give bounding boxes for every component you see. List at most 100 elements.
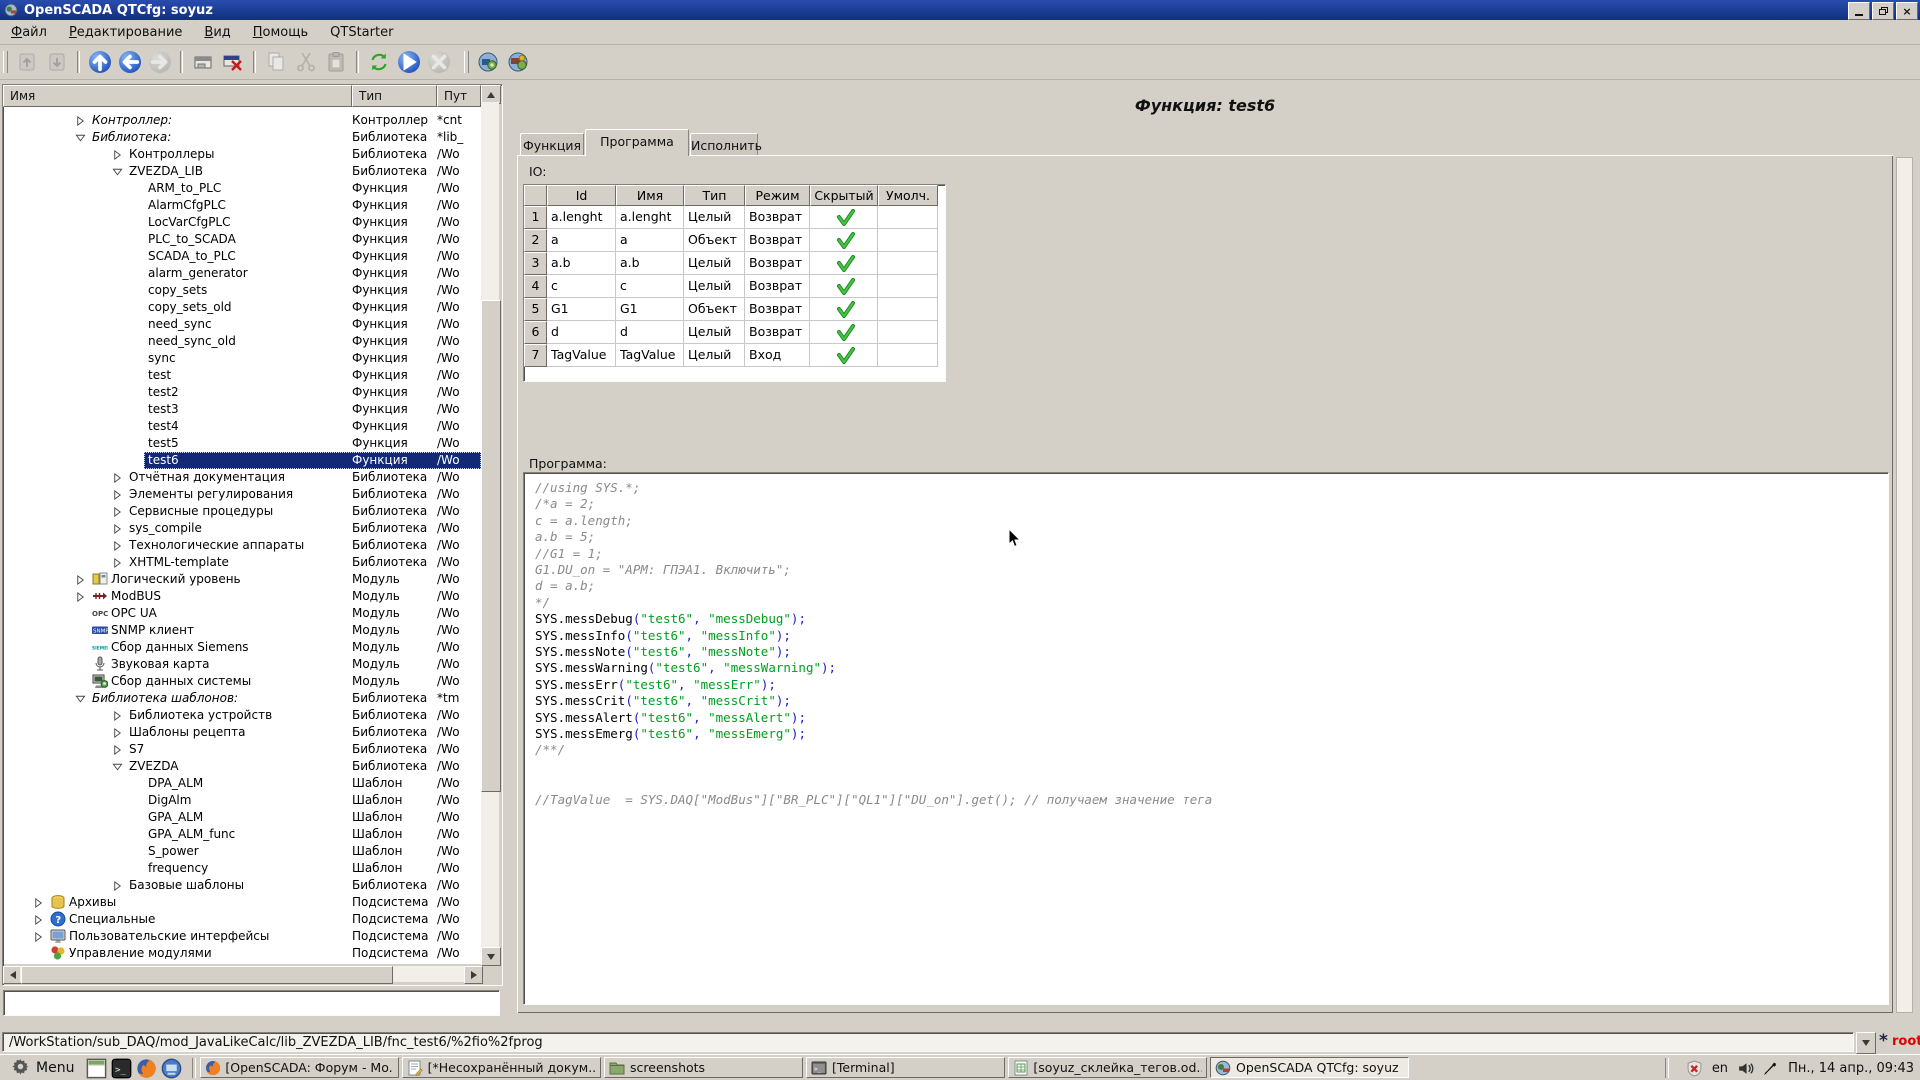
firefox-launcher[interactable] — [136, 1058, 157, 1079]
io-row-header[interactable]: 6 — [524, 321, 547, 344]
add-item-button[interactable] — [190, 49, 216, 75]
menu-item-редактирование[interactable]: Редактирование — [58, 22, 193, 43]
refresh-button[interactable] — [366, 49, 392, 75]
io-row-header[interactable]: 1 — [524, 206, 547, 229]
io-cell[interactable]: c — [547, 275, 616, 298]
clock[interactable]: Пн., 14 апр., 09:43 — [1788, 1061, 1914, 1076]
expander-closed-icon[interactable] — [112, 744, 123, 755]
right-panel-scrollbar[interactable] — [1896, 157, 1913, 1013]
io-cell[interactable]: a.lenght — [547, 206, 616, 229]
remote-desktop-launcher[interactable] — [161, 1058, 182, 1079]
tree-row-zvezda[interactable]: ZVEZDAБиблиотека .../Wo — [4, 758, 481, 775]
taskbar-menu-button[interactable]: Menu — [0, 1058, 84, 1079]
io-col-header[interactable]: Имя — [616, 185, 684, 206]
window-titlebar[interactable]: OpenSCADA QTCfg: soyuz × — [0, 0, 1920, 20]
expander-open-icon[interactable] — [112, 761, 123, 772]
tree-row-modbus[interactable]: ModBUSМодуль/Wo — [4, 588, 481, 605]
io-cell[interactable] — [878, 344, 938, 367]
io-cell[interactable]: G1 — [547, 298, 616, 321]
tree-row-test2[interactable]: test2Функция/Wo — [4, 384, 481, 401]
expander-closed-icon[interactable] — [112, 710, 123, 721]
io-cell[interactable]: Целый — [684, 275, 745, 298]
io-row-header[interactable]: 4 — [524, 275, 547, 298]
io-cell[interactable]: Возврат — [745, 206, 810, 229]
io-row-header[interactable]: 7 — [524, 344, 547, 367]
tree-row-шаблоны-рецепта[interactable]: Шаблоны рецептаБиблиотека .../Wo — [4, 724, 481, 741]
io-cell[interactable]: a — [616, 229, 684, 252]
tree-filter-input[interactable] — [3, 990, 500, 1016]
expander-closed-icon[interactable] — [75, 591, 86, 602]
tree-row-zvezda_lib[interactable]: ZVEZDA_LIBБиблиотека/Wo — [4, 163, 481, 180]
io-row-header[interactable]: 2 — [524, 229, 547, 252]
tree-row-scada_to_plc[interactable]: SCADA_to_PLCФункция/Wo — [4, 248, 481, 265]
io-cell[interactable]: G1 — [616, 298, 684, 321]
qtstarter-config-button[interactable] — [505, 49, 531, 75]
tree-row-frequency[interactable]: frequencyШаблон/Wo — [4, 860, 481, 877]
tree-row-s7[interactable]: S7Библиотека .../Wo — [4, 741, 481, 758]
tree-row-архивы[interactable]: АрхивыПодсистема/Wo — [4, 894, 481, 911]
io-cell[interactable]: a.b — [547, 252, 616, 275]
expander-open-icon[interactable] — [112, 166, 123, 177]
tree-row-test4[interactable]: test4Функция/Wo — [4, 418, 481, 435]
tree-hscroll-slider[interactable] — [21, 966, 393, 984]
terminal-dark-launcher[interactable]: >_ — [111, 1058, 132, 1079]
io-cell[interactable]: Возврат — [745, 275, 810, 298]
taskbar-task-1[interactable]: [OpenSCADA: Форум - Mo... — [200, 1057, 399, 1078]
tree-row-базовые-шаблоны[interactable]: Базовые шаблоныБиблиотека .../Wo — [4, 877, 481, 894]
expander-closed-icon[interactable] — [112, 727, 123, 738]
io-col-header[interactable]: Умолч. — [878, 185, 938, 206]
status-dropdown-button[interactable] — [1856, 1032, 1876, 1054]
tree-row-locvarcfgplc[interactable]: LocVarCfgPLCФункция/Wo — [4, 214, 481, 231]
io-col-header[interactable]: Скрытый — [810, 185, 878, 206]
io-hidden-checkbox[interactable] — [810, 298, 878, 321]
io-col-header[interactable]: Тип — [684, 185, 745, 206]
expander-closed-icon[interactable] — [33, 931, 44, 942]
tree-row-технологические-аппараты[interactable]: Технологические аппаратыБиблиотека/Wo — [4, 537, 481, 554]
taskbar-task-5[interactable]: [soyuz_склейка_тегов.od... — [1008, 1057, 1207, 1078]
expander-closed-icon[interactable] — [112, 540, 123, 551]
taskbar-task-2[interactable]: [*Несохранённый докум... — [402, 1057, 601, 1078]
tree-row-gpa_alm[interactable]: GPA_ALMШаблон/Wo — [4, 809, 481, 826]
tree-row-управление-модулями[interactable]: Управление модулямиПодсистема/Wo — [4, 945, 481, 962]
io-cell[interactable] — [878, 298, 938, 321]
brush-icon[interactable] — [1762, 1060, 1779, 1077]
tree-row-alarmcfgplc[interactable]: AlarmCfgPLCФункция/Wo — [4, 197, 481, 214]
shield-error-icon[interactable] — [1686, 1060, 1703, 1077]
tree-row-test[interactable]: testФункция/Wo — [4, 367, 481, 384]
io-col-header[interactable] — [524, 185, 547, 206]
taskbar-task-4[interactable]: >_[Terminal] — [806, 1057, 1005, 1078]
tree-row-test5[interactable]: test5Функция/Wo — [4, 435, 481, 452]
io-cell[interactable] — [878, 206, 938, 229]
tree-row-библиотека-устройств[interactable]: Библиотека устройствБиблиотека .../Wo — [4, 707, 481, 724]
io-cell[interactable]: d — [616, 321, 684, 344]
io-cell[interactable] — [878, 252, 938, 275]
io-col-header[interactable]: Id — [547, 185, 616, 206]
tree-row-элементы-регулирования[interactable]: Элементы регулированияБиблиотека/Wo — [4, 486, 481, 503]
close-button[interactable]: × — [1896, 2, 1918, 20]
io-hidden-checkbox[interactable] — [810, 252, 878, 275]
tree-row-digalm[interactable]: DigAlmШаблон/Wo — [4, 792, 481, 809]
tree-header-type[interactable]: Тип — [352, 85, 437, 107]
io-cell[interactable]: Целый — [684, 321, 745, 344]
menu-item-помощь[interactable]: Помощь — [242, 22, 319, 43]
expander-closed-icon[interactable] — [75, 574, 86, 585]
menu-item-qtstarter[interactable]: QTStarter — [319, 22, 404, 43]
tree-row-dpa_alm[interactable]: DPA_ALMШаблон/Wo — [4, 775, 481, 792]
tree-row-библиотека-[interactable]: Библиотека:Библиотека*lib_ — [4, 129, 481, 146]
menu-item-вид[interactable]: Вид — [193, 22, 241, 43]
tab-программа[interactable]: Программа — [585, 129, 689, 156]
tree-row-сбор-данных-системы[interactable]: Сбор данных системыМодуль/Wo — [4, 673, 481, 690]
tree-row-copy_sets[interactable]: copy_setsФункция/Wo — [4, 282, 481, 299]
tree-row-пользовательские-интерфейсы[interactable]: Пользовательские интерфейсыПодсистема/Wo — [4, 928, 481, 945]
tree-row-copy_sets_old[interactable]: copy_sets_oldФункция/Wo — [4, 299, 481, 316]
io-cell[interactable]: TagValue — [616, 344, 684, 367]
tree-row-sys_compile[interactable]: sys_compileБиблиотека/Wo — [4, 520, 481, 537]
back-button[interactable] — [117, 49, 143, 75]
io-hidden-checkbox[interactable] — [810, 275, 878, 298]
expander-closed-icon[interactable] — [112, 880, 123, 891]
io-cell[interactable]: d — [547, 321, 616, 344]
io-hidden-checkbox[interactable] — [810, 229, 878, 252]
tree-row-контроллеры[interactable]: КонтроллерыБиблиотека/Wo — [4, 146, 481, 163]
volume-icon[interactable] — [1737, 1060, 1754, 1077]
io-cell[interactable] — [878, 321, 938, 344]
